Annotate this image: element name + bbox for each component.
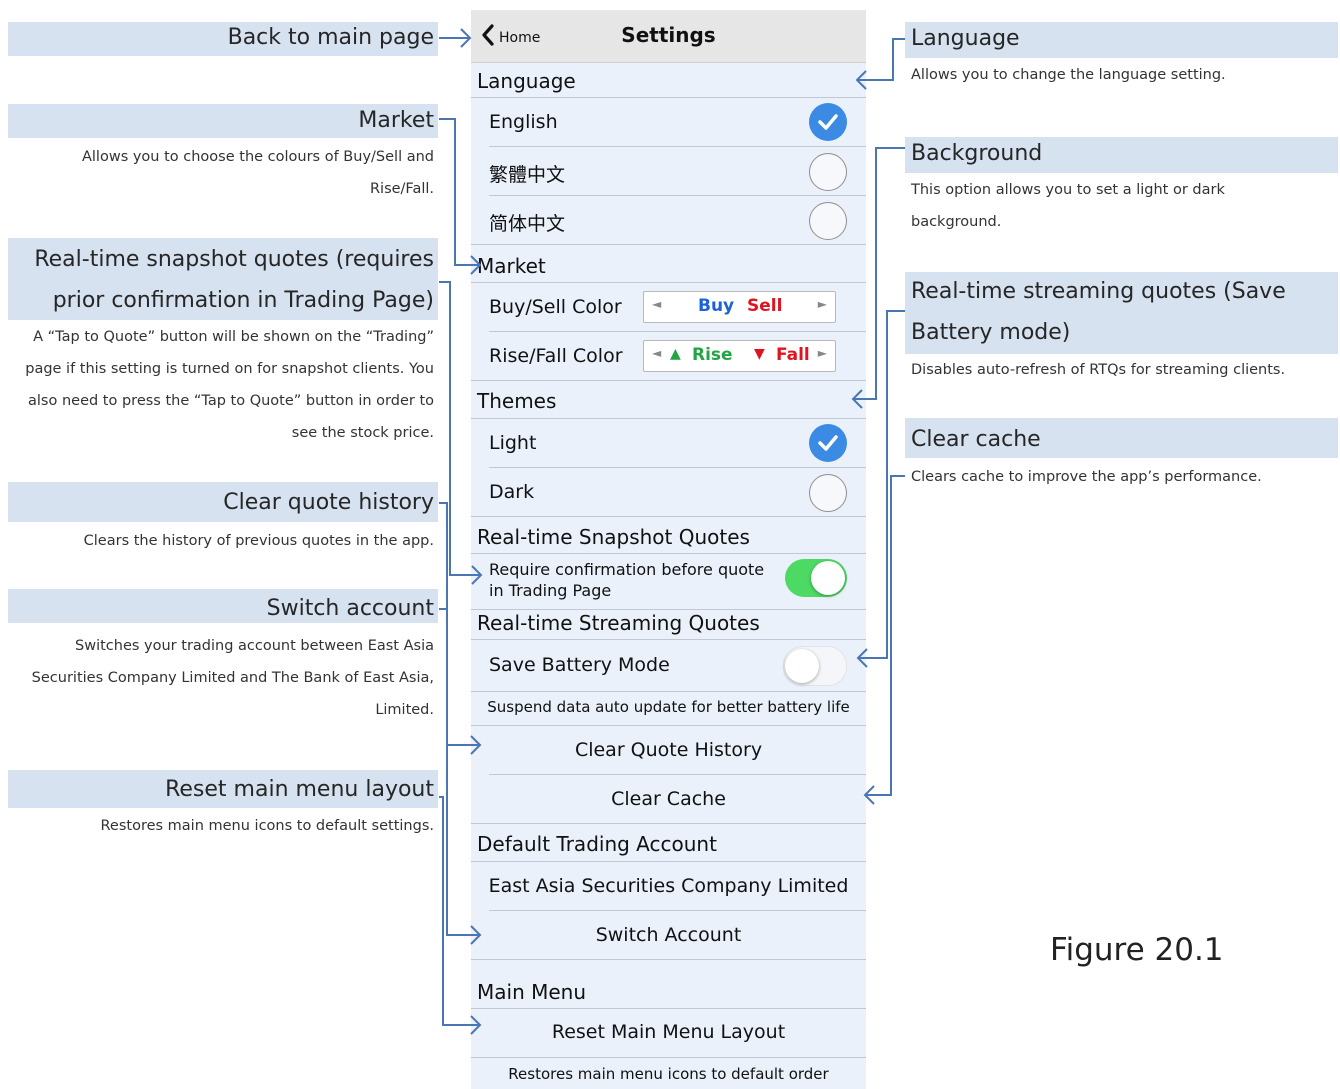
language-annotation-title: Language [911, 26, 1020, 51]
reset-main-menu-note: Restores main menu icons to default orde… [508, 1065, 829, 1083]
radio-unselected-icon [809, 153, 847, 191]
save-battery-toggle[interactable] [783, 646, 847, 686]
toggle-knob [785, 649, 819, 683]
clear-quote-history-button[interactable]: Clear Quote History [471, 726, 866, 774]
divider [471, 380, 866, 381]
clear-cache-annotation-title: Clear cache [911, 427, 1041, 452]
fall-label: Fall [776, 345, 810, 365]
snapshot-confirm-label-1: Require confirmation before quote [489, 560, 765, 579]
snapshot-confirm-label-2: in Trading Page [489, 581, 612, 600]
streaming-section-header: Real-time Streaming Quotes [477, 611, 760, 635]
account-section-header: Default Trading Account [477, 832, 717, 856]
language-option-traditional[interactable]: 繁體中文 [471, 147, 866, 195]
language-option-label: English [489, 111, 558, 133]
snapshot-annotation-title-1: Real-time snapshot quotes (requires [34, 247, 434, 272]
checkmark-icon [809, 424, 847, 462]
switch-account-label: Switch Account [595, 924, 742, 946]
market-annotation-title: Market [358, 108, 434, 133]
clear-quote-history-label: Clear Quote History [574, 739, 763, 761]
navigation-bar: Home Settings [471, 10, 866, 63]
page-title: Settings [621, 23, 716, 47]
arrow-left-icon[interactable]: ◄ [652, 346, 661, 360]
figure-caption: Figure 20.1 [1050, 932, 1224, 968]
theme-option-label: Dark [489, 481, 535, 503]
clear-history-annotation-desc: Clears the history of previous quotes in… [83, 533, 434, 549]
language-annotation-desc: Allows you to change the language settin… [911, 67, 1226, 83]
divider [471, 1057, 866, 1058]
snapshot-confirm-row: Require confirmation before quote in Tra… [471, 554, 866, 610]
market-section-header: Market [477, 254, 546, 278]
reset-annotation-title: Reset main menu layout [165, 777, 434, 802]
snapshot-section-header: Real-time Snapshot Quotes [477, 525, 750, 549]
background-annotation-desc: This option allows you to set a light or… [911, 182, 1225, 230]
reset-annotation-desc: Restores main menu icons to default sett… [100, 818, 434, 834]
rise-up-icon: ▲ [670, 346, 681, 362]
divider [471, 609, 866, 610]
risefall-color-label: Rise/Fall Color [489, 345, 623, 367]
language-option-label: 繁體中文 [489, 164, 566, 186]
theme-option-label: Light [489, 432, 537, 454]
switch-account-button[interactable]: Switch Account [471, 911, 866, 959]
theme-option-dark[interactable]: Dark [471, 468, 866, 516]
reset-main-menu-label: Reset Main Menu Layout [551, 1021, 786, 1043]
risefall-color-row: Rise/Fall Color ◄ ▲ Rise ▼ Fall ► [471, 332, 866, 380]
arrow-right-icon[interactable]: ► [818, 297, 827, 311]
divider [471, 691, 866, 692]
radio-unselected-icon [809, 474, 847, 512]
toggle-knob [811, 561, 845, 595]
radio-unselected-icon [809, 202, 847, 240]
arrow-left-icon[interactable]: ◄ [652, 297, 661, 311]
checkmark-icon [809, 103, 847, 141]
back-annotation-title: Back to main page [227, 25, 434, 50]
clear-history-annotation-title: Clear quote history [223, 490, 434, 515]
rise-label: Rise [692, 345, 733, 365]
buysell-color-selector[interactable]: ◄ Buy Sell ► [643, 291, 836, 323]
default-account-name: East Asia Securities Company Limited [488, 875, 849, 897]
streaming-annotation-title-1: Real-time streaming quotes (Save [911, 279, 1286, 304]
clear-cache-label: Clear Cache [611, 788, 726, 810]
risefall-color-selector[interactable]: ◄ ▲ Rise ▼ Fall ► [643, 340, 836, 372]
buy-label: Buy [698, 296, 735, 316]
background-annotation-title: Background [911, 141, 1043, 166]
divider [471, 823, 866, 824]
market-annotation-desc: Allows you to choose the colours of Buy/… [81, 149, 434, 197]
default-account-row: East Asia Securities Company Limited [471, 862, 866, 910]
reset-main-menu-button[interactable]: Reset Main Menu Layout [471, 1009, 866, 1057]
settings-screen: Home Settings Language English 繁體中文 简体中文… [471, 10, 866, 1089]
buysell-color-label: Buy/Sell Color [489, 296, 622, 318]
language-option-label: 简体中文 [489, 213, 566, 235]
snapshot-annotation-title-2: prior confirmation in Trading Page) [52, 288, 434, 313]
streaming-annotation-desc: Disables auto-refresh of RTQs for stream… [911, 362, 1286, 378]
fall-down-icon: ▼ [754, 346, 765, 362]
sell-label: Sell [747, 296, 783, 316]
buysell-color-row: Buy/Sell Color ◄ Buy Sell ► [471, 283, 866, 331]
arrow-clear-cache [863, 475, 905, 805]
clear-cache-button[interactable]: Clear Cache [471, 775, 866, 823]
switch-annotation-desc: Switches your trading account between Ea… [31, 638, 434, 718]
streaming-annotation-title-2: Battery mode) [911, 320, 1071, 345]
arrow-back [439, 28, 472, 48]
language-option-english[interactable]: English [471, 98, 866, 146]
divider [471, 244, 866, 245]
divider [471, 516, 866, 517]
main-menu-section-header: Main Menu [477, 980, 587, 1004]
divider [471, 959, 866, 960]
language-option-simplified[interactable]: 简体中文 [471, 196, 866, 244]
snapshot-confirm-toggle[interactable] [785, 559, 847, 597]
snapshot-annotation-desc: A “Tap to Quote” button will be shown on… [25, 329, 434, 441]
save-battery-row: Save Battery Mode [471, 640, 866, 690]
language-section-header: Language [477, 69, 576, 93]
arrow-right-icon[interactable]: ► [818, 346, 827, 360]
theme-option-light[interactable]: Light [471, 419, 866, 467]
clear-cache-annotation-desc: Clears cache to improve the app’s perfor… [911, 469, 1262, 485]
switch-annotation-title: Switch account [266, 596, 434, 621]
save-battery-note: Suspend data auto update for better batt… [487, 698, 850, 716]
themes-section-header: Themes [477, 389, 557, 413]
save-battery-label: Save Battery Mode [489, 654, 670, 676]
